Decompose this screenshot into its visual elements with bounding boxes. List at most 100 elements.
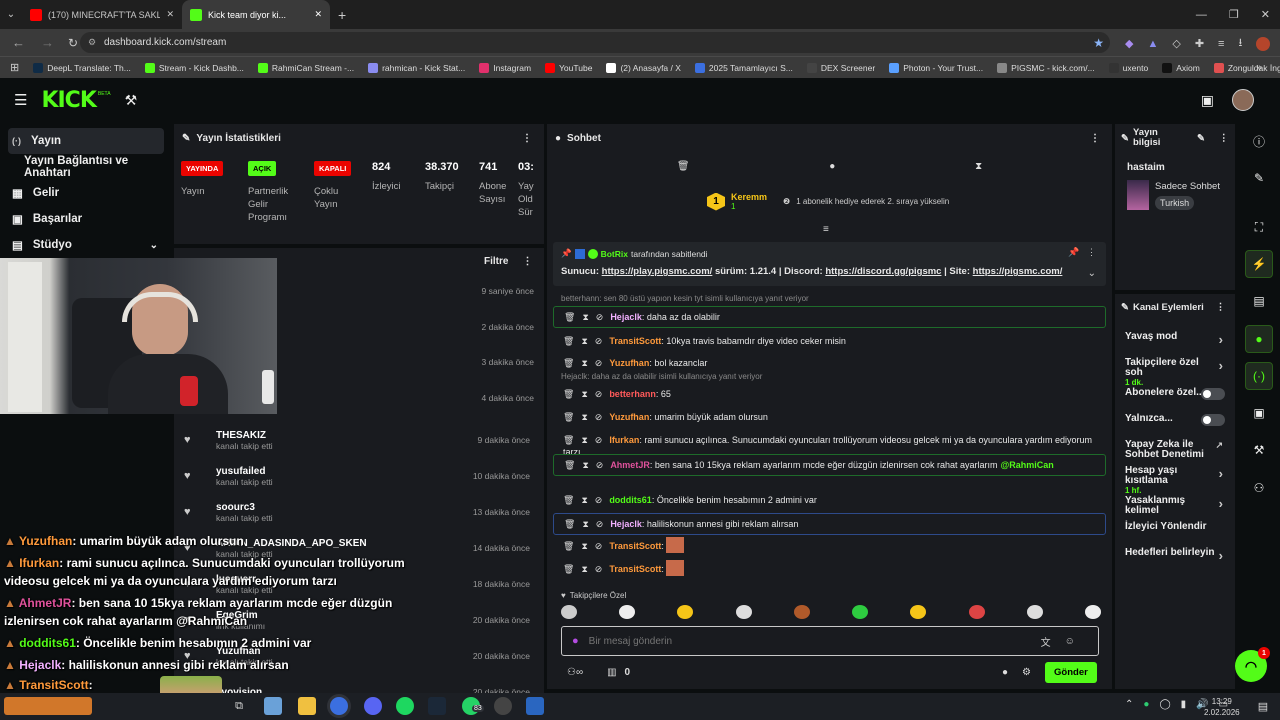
- bookmark-item[interactable]: DEX Screener: [806, 62, 875, 73]
- server-link[interactable]: https://play.pigsmc.com/: [602, 266, 713, 277]
- chat-toggle-icon[interactable]: ●: [1245, 325, 1273, 353]
- network-icon[interactable]: ◯: [1159, 699, 1170, 710]
- support-chat-fab[interactable]: ◠ 1: [1235, 647, 1270, 682]
- toggle-switch[interactable]: [1201, 388, 1225, 400]
- chat-message[interactable]: 🗑 ⧗ ⊘ TransitScott: 10kya travis babamdır d…: [553, 331, 1106, 351]
- channel-action[interactable]: Hesap yaşı kısıtlama 1 hf. ›: [1115, 464, 1235, 496]
- discord-icon[interactable]: [364, 697, 382, 715]
- delete-message-icon[interactable]: 🗑: [563, 336, 574, 346]
- delete-message-icon[interactable]: 🗑: [563, 358, 574, 368]
- chat-message[interactable]: 🗑 ⧗ ⊘ TransitScott:: [553, 559, 1106, 580]
- ban-icon[interactable]: ⊘: [595, 564, 603, 574]
- filter-button[interactable]: Filtre: [484, 256, 508, 267]
- tools-icon[interactable]: ⚒: [1245, 436, 1273, 464]
- emote-button[interactable]: [561, 605, 577, 619]
- chat-message[interactable]: Hejaclk: daha az da olabilir isimli kull…: [553, 372, 1106, 404]
- lightning-icon[interactable]: ⚡: [1245, 250, 1273, 278]
- nav-item-yayin[interactable]: (·) Yayın: [8, 128, 164, 154]
- emote-button[interactable]: [735, 605, 752, 619]
- bookmark-item[interactable]: RahmiCan Stream -...: [257, 62, 354, 73]
- timeout-icon[interactable]: ⧗: [581, 412, 587, 422]
- chat-message[interactable]: 🗑 ⧗ ⊘ Yuzufhan: umarim büyük adam olursun: [553, 407, 1106, 427]
- emote-button[interactable]: [1084, 605, 1101, 619]
- hourglass-icon[interactable]: ⧗: [975, 161, 982, 172]
- more-dots-icon[interactable]: ⋮: [1219, 133, 1229, 144]
- reading-list-icon[interactable]: ≡: [1218, 38, 1224, 50]
- emote-button[interactable]: [619, 605, 636, 619]
- chat-username[interactable]: Yuzufhan: [609, 358, 649, 368]
- bookmark-item[interactable]: Axiom: [1162, 62, 1200, 73]
- timeout-icon[interactable]: ⧗: [581, 336, 587, 346]
- tab-search-icon[interactable]: ⌄: [0, 9, 22, 20]
- channel-action[interactable]: Yalnızca...: [1115, 412, 1235, 436]
- emote-button[interactable]: [677, 605, 694, 619]
- activity-user[interactable]: yusufailed: [216, 466, 273, 477]
- delete-message-icon[interactable]: 🗑: [564, 460, 575, 470]
- bookmark-item[interactable]: Zonguldak İngilizce...: [1213, 62, 1280, 73]
- taskbar-app-icon[interactable]: [264, 697, 282, 715]
- obs-icon[interactable]: [494, 697, 512, 715]
- group-icon[interactable]: ⚇∞: [567, 667, 583, 678]
- extension-icon[interactable]: ◆: [1125, 37, 1133, 50]
- creator-dashboard-icon[interactable]: ▣: [1201, 92, 1214, 109]
- timeout-icon[interactable]: ⧗: [581, 435, 587, 445]
- timeout-icon[interactable]: ⧗: [581, 541, 587, 551]
- microphone-icon[interactable]: ●: [572, 635, 579, 647]
- nav-item-stream-key[interactable]: Yayın Bağlantısı ve Anahtarı: [0, 154, 172, 180]
- site-link[interactable]: https://pigsmc.com/: [973, 266, 1063, 277]
- chat-icon[interactable]: ●: [829, 161, 835, 172]
- bookmark-star-icon[interactable]: ★: [1093, 36, 1104, 50]
- channel-action[interactable]: Yavaş mod ›: [1115, 330, 1235, 354]
- bookmark-item[interactable]: Stream - Kick Dashb...: [144, 62, 244, 73]
- timeout-icon[interactable]: ⧗: [582, 519, 588, 529]
- download-icon[interactable]: ⭳: [1238, 34, 1242, 53]
- channel-action[interactable]: Yapay Zeka ile Sohbet Denetimi ↗: [1115, 438, 1235, 462]
- send-button[interactable]: Gönder: [1045, 662, 1097, 683]
- emote-button[interactable]: [793, 605, 810, 619]
- ban-icon[interactable]: ⊘: [595, 541, 603, 551]
- timeout-icon[interactable]: ⧗: [582, 312, 588, 322]
- steam-icon[interactable]: [428, 697, 446, 715]
- chat-text-field[interactable]: [588, 635, 1029, 647]
- bookmark-item[interactable]: (2) Anasayfa / X: [606, 62, 681, 73]
- nav-item-gelir[interactable]: ▦ Gelir: [0, 180, 172, 206]
- pinned-by-user[interactable]: BotRix: [601, 249, 628, 259]
- apps-grid-icon[interactable]: ⊞: [10, 61, 19, 74]
- chat-message[interactable]: 🗑 ⧗ ⊘ TransitScott:: [553, 536, 1106, 557]
- ban-icon[interactable]: ⊘: [595, 336, 603, 346]
- maximize-icon[interactable]: ❐: [1229, 8, 1239, 21]
- unpin-icon[interactable]: 📌: [1068, 247, 1079, 257]
- timeout-icon[interactable]: ⧗: [582, 460, 588, 470]
- hamburger-menu-icon[interactable]: ☰: [14, 91, 27, 109]
- new-tab-icon[interactable]: +: [338, 7, 346, 23]
- forward-icon[interactable]: →: [41, 35, 54, 50]
- vscode-icon[interactable]: [526, 697, 544, 715]
- close-icon[interactable]: ✕: [1261, 8, 1270, 21]
- channel-action[interactable]: Takipçilere özel soh 1 dk. ›: [1115, 356, 1235, 388]
- clock[interactable]: 13:29 2.02.2026: [1204, 696, 1240, 718]
- channel-action[interactable]: Yasaklanmış kelimel ›: [1115, 494, 1235, 518]
- channel-action[interactable]: Hedefleri belirleyin ›: [1115, 546, 1235, 570]
- minimize-icon[interactable]: —: [1196, 9, 1207, 21]
- bookmark-item[interactable]: uxento: [1108, 62, 1148, 73]
- category-name[interactable]: Sadece Sohbet: [1155, 181, 1220, 192]
- back-icon[interactable]: ←: [12, 35, 25, 50]
- category-thumbnail[interactable]: [1127, 180, 1149, 210]
- extension-icon[interactable]: ◇: [1172, 37, 1180, 50]
- chat-username[interactable]: TransitScott: [609, 564, 661, 574]
- emoji-icon[interactable]: ☺: [1065, 636, 1075, 647]
- share-icon[interactable]: ⚇: [1245, 474, 1273, 502]
- reload-icon[interactable]: ↻: [68, 36, 78, 50]
- chat-message[interactable]: betterhann: sen 80 üstü yapıon kesin tyt…: [553, 294, 1106, 328]
- translate-icon[interactable]: 文: [1041, 634, 1051, 649]
- profile-avatar[interactable]: [1256, 36, 1271, 51]
- notification-center-icon[interactable]: ▤: [1254, 697, 1272, 715]
- bookmark-item[interactable]: 2025 Tamamlayıcı S...: [694, 62, 793, 73]
- bookmark-item[interactable]: Instagram: [479, 62, 531, 73]
- timeout-icon[interactable]: ⧗: [581, 564, 587, 574]
- chat-username[interactable]: betterhann: [609, 389, 656, 399]
- browser-tab-youtube[interactable]: (170) MINECRAFT'TA SAKLAMB ✕: [22, 0, 182, 29]
- timeout-icon[interactable]: ⧗: [581, 358, 587, 368]
- tab-close-icon[interactable]: ✕: [166, 9, 174, 20]
- emote-button[interactable]: [852, 605, 869, 619]
